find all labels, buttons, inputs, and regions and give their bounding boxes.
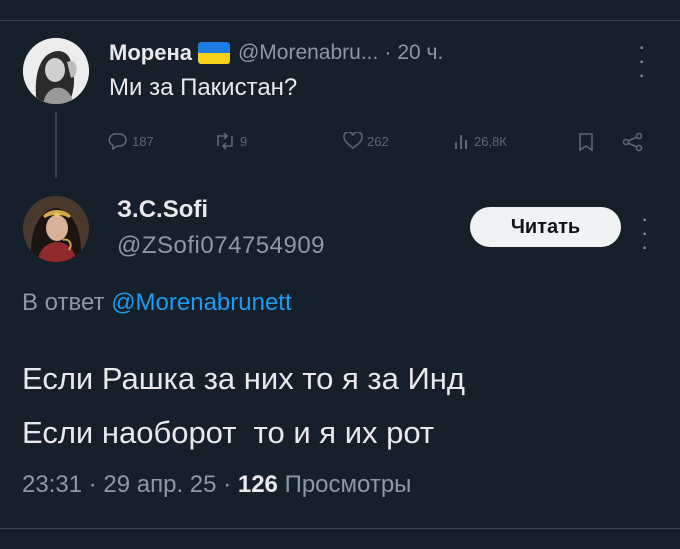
tweet1-time[interactable]: 20 ч.	[397, 41, 443, 65]
views-button[interactable]: 26,8К	[454, 132, 507, 150]
share-icon	[622, 132, 643, 152]
thread-line	[55, 112, 57, 178]
tweet2-text: Если Рашка за них то я за Инд Если наобо…	[22, 352, 465, 460]
bottom-divider	[0, 528, 680, 529]
like-count: 262	[367, 133, 389, 149]
tweet2-date[interactable]: 29 апр. 25	[103, 471, 216, 498]
bar-chart-icon	[455, 135, 467, 149]
like-button[interactable]: 262	[343, 132, 389, 150]
follow-button[interactable]: Читать	[470, 207, 621, 247]
heart-icon	[343, 132, 363, 149]
avatar-sofi[interactable]	[23, 196, 89, 262]
repost-count: 9	[240, 133, 248, 149]
tweet1-text: Ми за Пакистан?	[109, 74, 298, 101]
tweet2-text-line2: Если наоборот то и я их рот	[22, 415, 435, 450]
tweet1-header: Морена @Morenabru... · 20 ч.	[109, 38, 443, 68]
tweet2-meta: 23:31 · 29 апр. 25 · 126 Просмотры	[22, 471, 411, 499]
reply-button[interactable]: 187	[108, 132, 154, 150]
tweet2-text-line1: Если Рашка за них то я за Инд	[22, 361, 465, 396]
reply-to-line: В ответ @Morenabrunett	[22, 289, 292, 317]
meta-separator-1: ·	[88, 471, 97, 498]
repost-button[interactable]: 9	[214, 132, 247, 150]
tweet2-time[interactable]: 23:31	[22, 471, 82, 498]
bookmark-button[interactable]	[578, 132, 594, 152]
reply-icon	[108, 133, 127, 150]
tweet1-handle[interactable]: @Morenabru...	[238, 41, 378, 65]
ukraine-flag-icon	[197, 42, 230, 64]
tweet2-views-label: Просмотры	[284, 471, 412, 498]
tweet1-more-icon[interactable]: · · ·	[638, 36, 645, 86]
reply-mention-link[interactable]: @Morenabrunett	[111, 289, 291, 316]
share-button[interactable]	[622, 132, 644, 152]
reply-prefix: В ответ	[22, 289, 105, 316]
tweet1-author-name[interactable]: Морена	[109, 40, 192, 66]
tweet2-handle[interactable]: @ZSofi074754909	[117, 232, 325, 260]
views-count: 26,8К	[474, 133, 507, 149]
tweet1-separator: ·	[384, 41, 392, 64]
tweet2-views-count: 126	[237, 471, 278, 498]
repost-icon	[217, 132, 233, 150]
meta-separator-2: ·	[223, 471, 232, 498]
tweet2-more-icon[interactable]: · · ·	[641, 208, 648, 258]
top-divider	[0, 20, 680, 21]
reply-count: 187	[132, 133, 154, 149]
bookmark-icon	[579, 133, 593, 152]
tweet1-actions: 187 9 262 26,8К	[108, 132, 654, 156]
tweet2-author-name[interactable]: З.С.Sofi	[117, 196, 208, 224]
avatar-morena[interactable]	[23, 38, 89, 104]
